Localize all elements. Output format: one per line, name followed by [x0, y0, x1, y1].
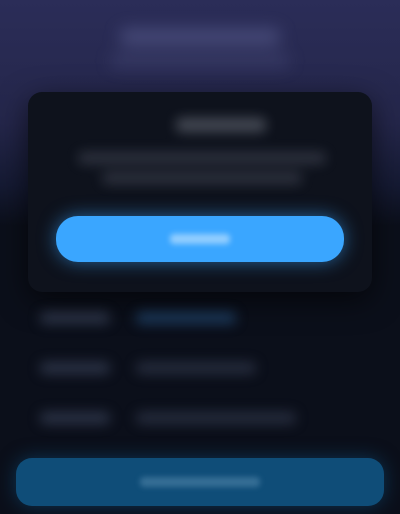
detail-row [0, 404, 400, 434]
dialog-message-line-1 [78, 152, 326, 164]
dialog-primary-button-label [170, 234, 230, 244]
detail-label [40, 312, 110, 324]
bottom-action-button[interactable] [16, 458, 384, 506]
detail-value [136, 312, 236, 324]
detail-label [40, 362, 110, 374]
screen [0, 0, 400, 514]
detail-value [136, 412, 296, 424]
dialog-primary-button[interactable] [56, 216, 344, 262]
header-subtitle [110, 54, 290, 68]
detail-row [0, 354, 400, 384]
dialog-content [28, 92, 372, 292]
detail-value [136, 362, 256, 374]
dialog [28, 92, 372, 292]
details-list [0, 300, 400, 450]
dialog-title [176, 118, 266, 132]
detail-row [0, 304, 400, 334]
header-title [120, 28, 280, 46]
dialog-message-line-2 [102, 172, 302, 184]
detail-label [40, 412, 110, 424]
bottom-action-button-label [140, 477, 260, 487]
